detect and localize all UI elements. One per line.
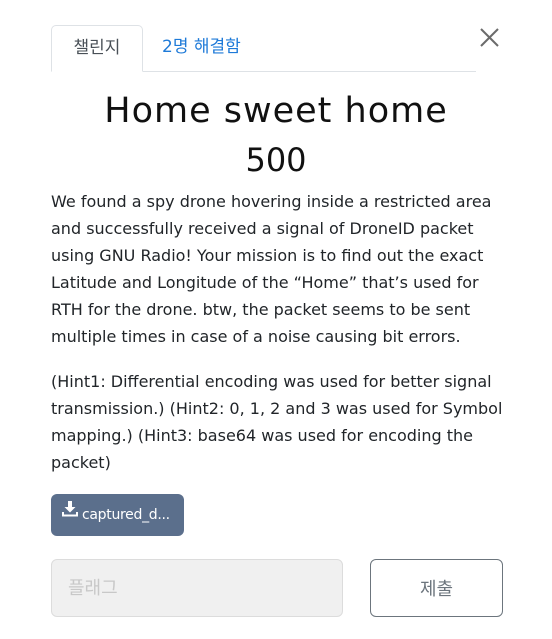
download-file-label: captured_d... (82, 507, 170, 523)
challenge-description: We found a spy drone hovering inside a r… (51, 192, 492, 346)
flag-input[interactable] (51, 559, 343, 617)
challenge-hints: (Hint1: Differential encoding was used f… (51, 372, 503, 472)
tab-challenge[interactable]: 챌린지 (51, 25, 143, 72)
challenge-tabs: 챌린지 2명 해결함 (51, 25, 476, 72)
submit-button[interactable]: 제출 (370, 559, 503, 617)
close-icon (477, 25, 503, 51)
download-icon (61, 494, 79, 535)
challenge-value: 500 (245, 141, 307, 179)
tab-solves[interactable]: 2명 해결함 (162, 25, 241, 70)
challenge-title: Home sweet home (104, 91, 448, 131)
download-file-button[interactable]: captured_d... (51, 494, 184, 536)
close-button[interactable] (477, 25, 503, 51)
